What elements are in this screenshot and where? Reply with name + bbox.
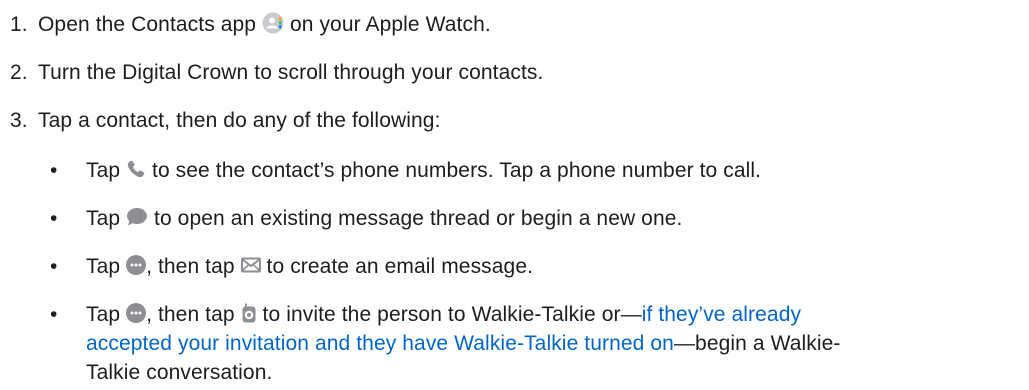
bullet-text: Tap to see the contact’s phone numbers. …: [86, 159, 762, 182]
step-text: Open the Contacts app on your Apple Watc…: [38, 12, 491, 36]
bullet-marker: •: [50, 255, 58, 278]
bullet-text: accepted your invitation and they have W…: [86, 332, 841, 355]
bullet-text: Tap , then tap to create an email messag…: [86, 255, 534, 278]
bullet-text: Talkie conversation.: [86, 361, 273, 384]
contacts-app-icon: [262, 12, 284, 34]
more-ellipsis-icon: [126, 255, 147, 276]
step-text: Tap a contact, then do any of the follow…: [38, 109, 441, 132]
bullet-marker: •: [50, 159, 58, 182]
walkie-talkie-info-link[interactable]: if they’ve already: [642, 303, 801, 326]
step-number: 1.: [10, 13, 28, 36]
walkie-talkie-info-link[interactable]: accepted your invitation and they have W…: [86, 332, 674, 355]
envelope-icon: [240, 257, 261, 273]
bullet-text: Tap to open an existing message thread o…: [86, 207, 683, 230]
bullet-marker: •: [50, 303, 58, 326]
phone-icon: [126, 159, 146, 179]
bullet-marker: •: [50, 207, 58, 230]
step-number: 3.: [10, 109, 28, 132]
bullet-text: Tap , then tap to invite the person to W…: [86, 303, 802, 326]
walkie-talkie-icon: [241, 303, 257, 323]
step-number: 2.: [10, 61, 28, 84]
message-bubble-icon: [126, 207, 148, 227]
more-ellipsis-icon: [126, 303, 147, 324]
step-text: Turn the Digital Crown to scroll through…: [38, 61, 544, 84]
